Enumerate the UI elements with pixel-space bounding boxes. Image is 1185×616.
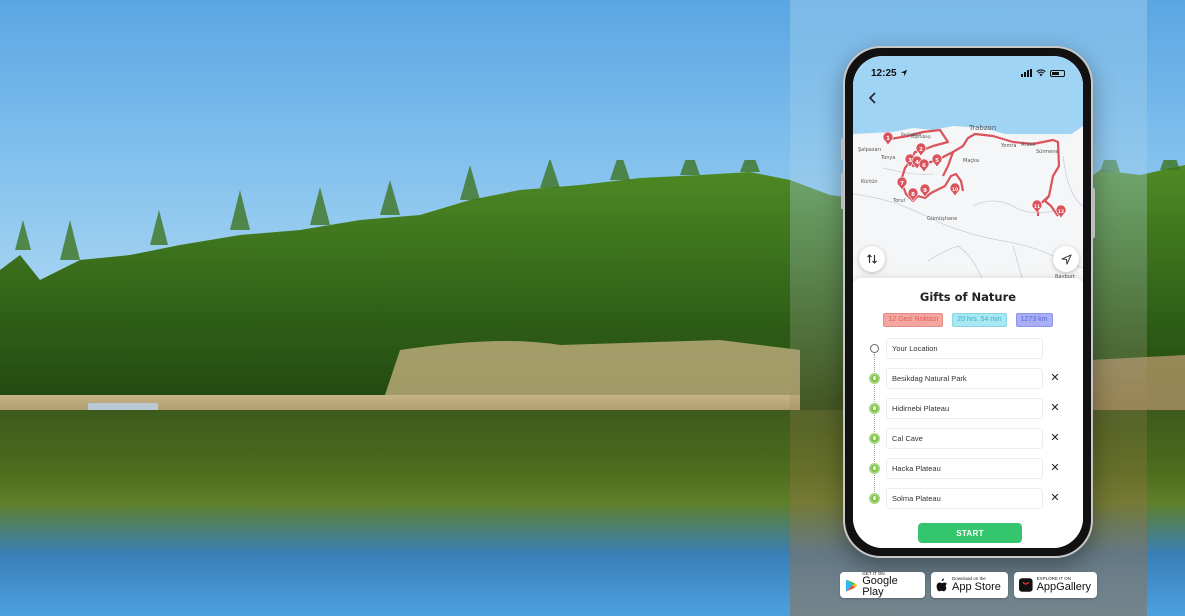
stop-input[interactable]: Hidirnebi Plateau bbox=[886, 398, 1043, 419]
status-bar: 12:25 bbox=[853, 56, 1083, 86]
map-place-label: Trabzon bbox=[968, 124, 996, 132]
map-marker-label: 8 bbox=[911, 192, 915, 198]
route-stop-item: Hidirnebi Plateau ✕ bbox=[853, 398, 1083, 420]
nature-marker-icon bbox=[869, 463, 880, 474]
route-stop-item: Solma Plateau ✕ bbox=[853, 488, 1083, 510]
store-name: AppGallery bbox=[1036, 580, 1091, 593]
route-stop-item: Cal Cave ✕ bbox=[853, 428, 1083, 450]
map-marker-label: 12 bbox=[1058, 209, 1064, 215]
map-place-label: Maçka bbox=[963, 158, 979, 164]
origin-circle-icon bbox=[870, 344, 879, 353]
location-arrow-icon bbox=[900, 69, 907, 77]
cellular-signal-icon bbox=[1021, 69, 1032, 77]
store-name: Google Play bbox=[862, 575, 898, 599]
google-play-icon bbox=[845, 578, 858, 592]
map-place-label: Yomra bbox=[1000, 143, 1016, 149]
nature-marker-icon bbox=[869, 433, 880, 444]
start-button[interactable]: START bbox=[918, 523, 1022, 543]
close-icon[interactable]: ✕ bbox=[1049, 432, 1061, 444]
battery-icon bbox=[1050, 69, 1065, 77]
stop-input[interactable]: Cal Cave bbox=[886, 428, 1043, 449]
map-place-label: Tonya bbox=[880, 155, 895, 161]
map-marker-label: 10 bbox=[952, 187, 958, 193]
google-play-badge[interactable]: GET IT ON Google Play bbox=[840, 571, 925, 599]
origin-input[interactable]: Your Location bbox=[886, 338, 1043, 359]
map-marker-label: 9 bbox=[923, 188, 927, 194]
map-marker-label: 1 bbox=[886, 136, 890, 142]
huawei-appgallery-icon bbox=[1019, 578, 1033, 592]
map-place-label: Arakli bbox=[1021, 142, 1035, 148]
map-place-label: Beşikdüzü bbox=[901, 132, 922, 137]
route-stop-item: Hacka Plateau ✕ bbox=[853, 458, 1083, 480]
stop-input[interactable]: Besikdag Natural Park bbox=[886, 368, 1043, 389]
wifi-icon bbox=[1036, 69, 1046, 77]
apple-icon bbox=[936, 578, 947, 592]
phone-side-button bbox=[841, 173, 844, 209]
map-place-label: Gümüşhane bbox=[927, 216, 957, 222]
stop-count-badge: 12 Gezi Noktası bbox=[883, 313, 944, 327]
map-marker-label: 5 bbox=[935, 158, 939, 164]
close-icon[interactable]: ✕ bbox=[1049, 402, 1061, 414]
duration-badge: 20 hrs. 54 min bbox=[952, 313, 1007, 327]
close-icon[interactable]: ✕ bbox=[1049, 462, 1061, 474]
app-gallery-badge[interactable]: EXPLORE IT ON AppGallery bbox=[1014, 572, 1097, 598]
map-marker-label: 7 bbox=[900, 181, 904, 187]
map-marker-label: 2 bbox=[919, 147, 923, 153]
nature-marker-icon bbox=[869, 493, 880, 504]
app-store-badge[interactable]: Download on the App Store bbox=[931, 572, 1008, 598]
map-place-label: Kürtün bbox=[861, 179, 878, 185]
map-marker-label: 4 bbox=[915, 160, 919, 166]
stop-input[interactable]: Solma Plateau bbox=[886, 488, 1043, 509]
chevron-left-icon bbox=[868, 92, 876, 104]
distance-badge: 1273 km bbox=[1015, 313, 1053, 327]
phone-power-button bbox=[1092, 188, 1095, 238]
locate-me-button[interactable] bbox=[1053, 246, 1079, 272]
swap-vertical-icon bbox=[867, 254, 877, 264]
map-marker-label: 11 bbox=[1034, 204, 1040, 210]
route-map[interactable]: Trabzon Yomra Arakli Sürmene Şalpazarı Tonya M… bbox=[853, 56, 1083, 281]
back-button[interactable] bbox=[863, 88, 883, 108]
close-icon[interactable]: ✕ bbox=[1049, 492, 1061, 504]
status-time: 12:25 bbox=[871, 68, 908, 79]
map-marker-label: 6 bbox=[922, 163, 926, 169]
nature-marker-icon bbox=[869, 403, 880, 414]
store-badges: GET IT ON Google Play Download on the Ap… bbox=[840, 571, 1097, 599]
map-canvas: Trabzon Yomra ArakliSürmene Şalpazarı Tonya M… bbox=[853, 124, 1083, 281]
close-icon[interactable]: ✕ bbox=[1049, 372, 1061, 384]
status-icons bbox=[1021, 69, 1065, 77]
phone-screen: 12:25 Trabzon Yomra Arakli Sürmene Şalpa… bbox=[853, 56, 1083, 548]
map-place-label: Sürmene bbox=[1036, 149, 1059, 155]
origin-stop: Your Location bbox=[853, 338, 1083, 360]
phone-mockup: 12:25 Trabzon Yomra Arakli Sürmene Şalpa… bbox=[841, 46, 1095, 558]
phone-side-button bbox=[841, 138, 844, 160]
map-marker-label: 3 bbox=[908, 158, 912, 164]
route-stop-item: Besikdag Natural Park ✕ bbox=[853, 368, 1083, 390]
route-title: Gifts of Nature bbox=[919, 290, 1017, 304]
swap-route-button[interactable] bbox=[859, 246, 885, 272]
map-place-label: Torul bbox=[892, 198, 905, 204]
route-sheet: Gifts of Nature 12 Gezi Noktası 20 hrs. … bbox=[853, 278, 1083, 548]
navigation-arrow-icon bbox=[1060, 253, 1072, 265]
map-place-label: Şalpazarı bbox=[858, 147, 881, 153]
route-badges: 12 Gezi Noktası 20 hrs. 54 min 1273 km bbox=[853, 313, 1083, 327]
stop-input[interactable]: Hacka Plateau bbox=[886, 458, 1043, 479]
nature-marker-icon bbox=[869, 373, 880, 384]
store-name: App Store bbox=[952, 580, 1001, 593]
